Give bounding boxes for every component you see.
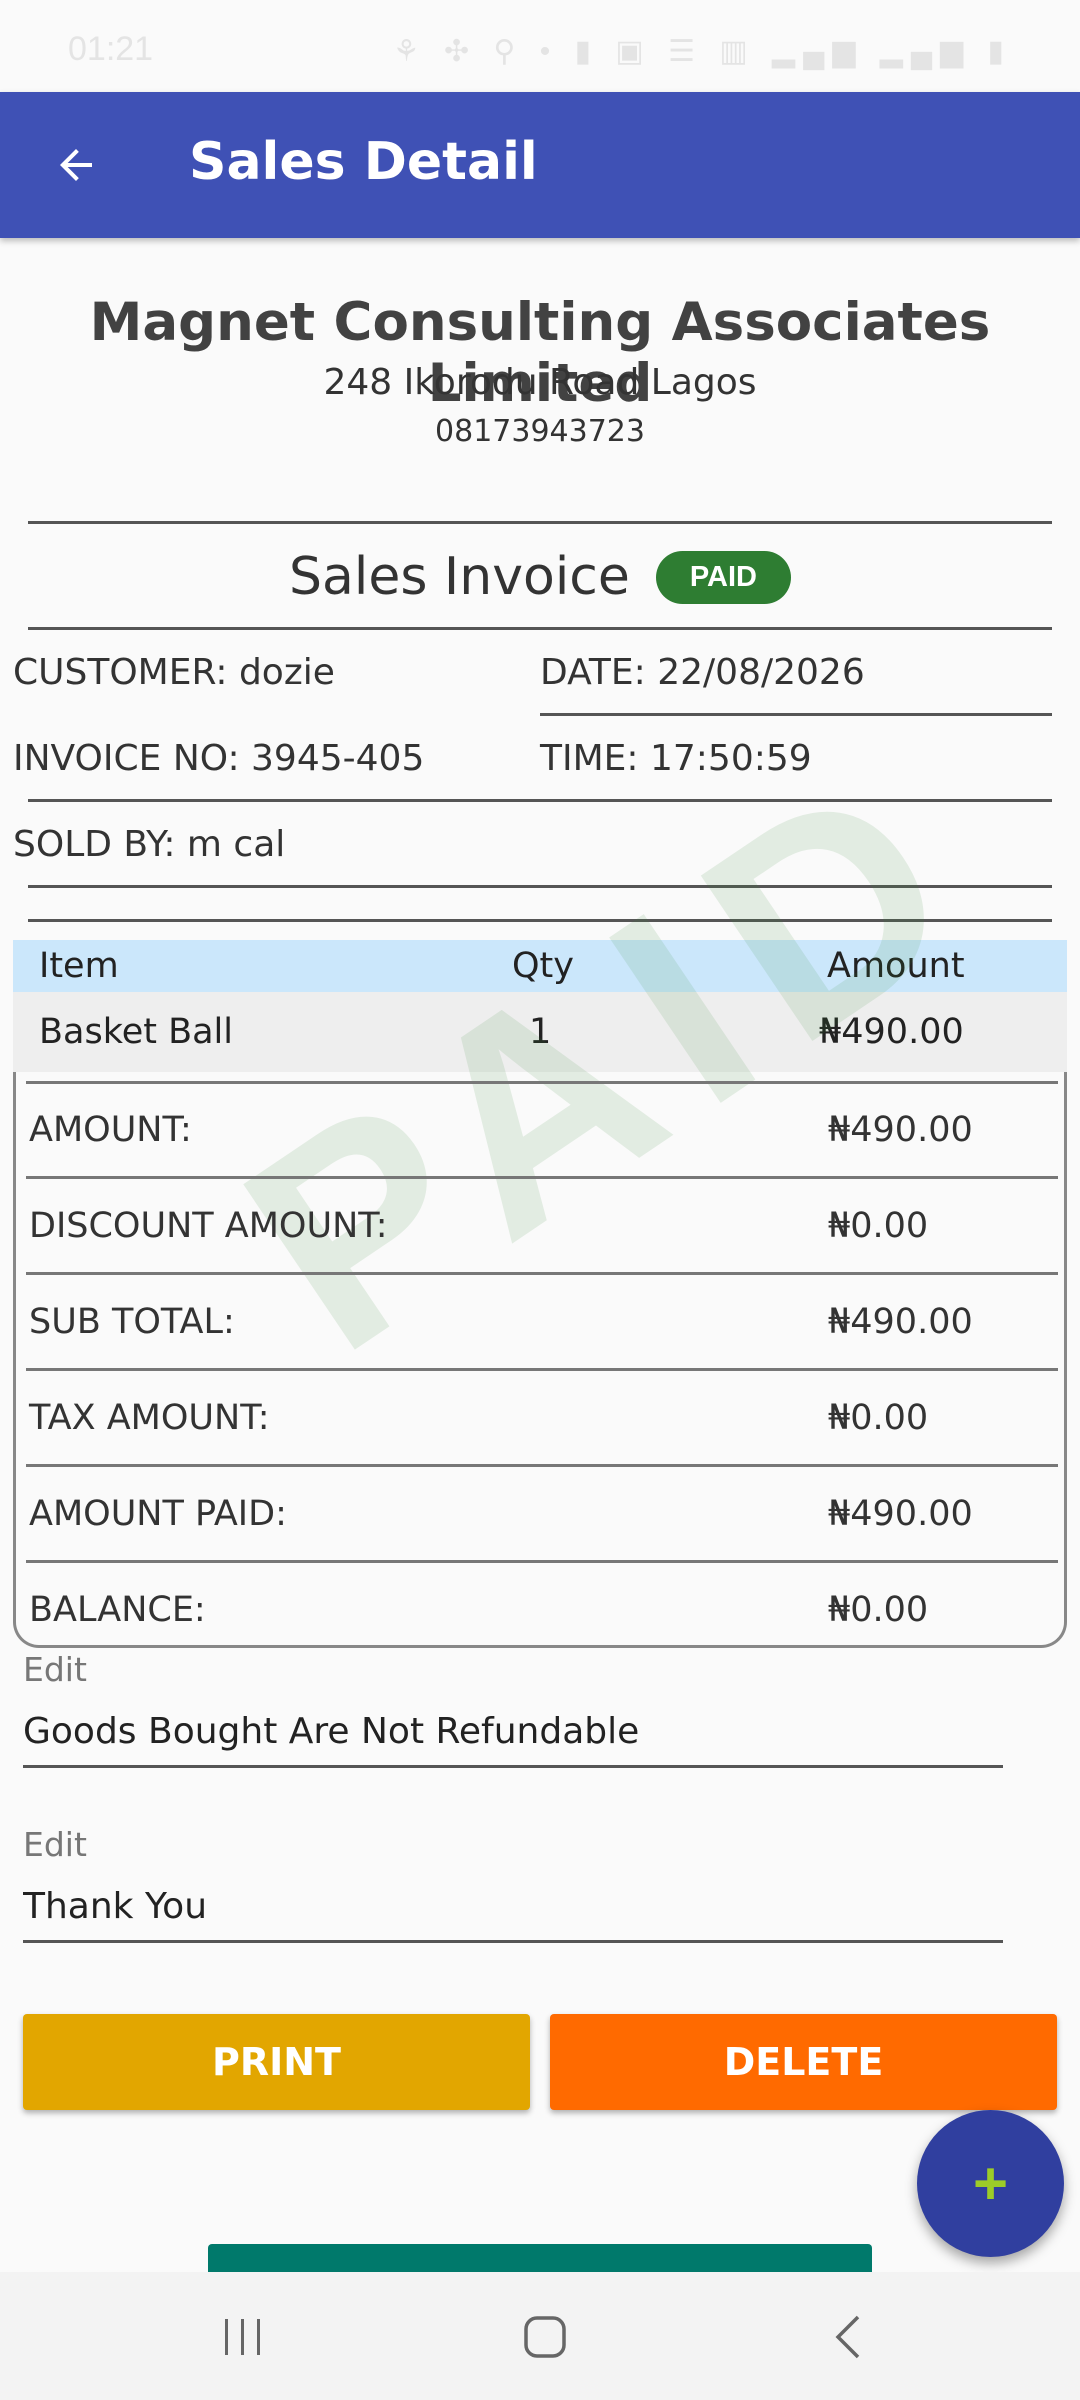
summary-value-discount: ₦0.00 [828, 1206, 929, 1246]
status-bar: 01:21 ⚘ ✣ ⚲ • ▮ ▣ ☰ ▥ ▂▄▆ ▂▄▆ ▮ [0, 0, 1080, 92]
home-icon [524, 2316, 566, 2358]
note-input-thanks[interactable] [23, 1873, 1003, 1943]
status-icons: ⚘ ✣ ⚲ • ▮ ▣ ☰ ▥ ▂▄▆ ▂▄▆ ▮ [392, 35, 1012, 68]
summary-label-tax: TAX AMOUNT: [29, 1398, 270, 1438]
column-header-qty: Qty [512, 946, 574, 986]
summary-label-discount: DISCOUNT AMOUNT: [29, 1206, 388, 1246]
summary-value-amount: ₦490.00 [828, 1110, 973, 1150]
summary-label-subtotal: SUB TOTAL: [29, 1302, 235, 1342]
time-label: TIME: 17:50:59 [540, 738, 812, 779]
sold-by-label: SOLD BY: m cal [13, 824, 286, 865]
bottom-sheet-peek[interactable] [208, 2244, 872, 2274]
summary-label-balance: BALANCE: [29, 1590, 206, 1630]
page-title: Sales Detail [189, 132, 538, 192]
divider [26, 1560, 1058, 1563]
column-header-amount: Amount [827, 946, 965, 986]
summary-value-amount-paid: ₦490.00 [828, 1494, 973, 1534]
summary-box: AMOUNT: ₦490.00 DISCOUNT AMOUNT: ₦0.00 S… [13, 1072, 1067, 1648]
back-button[interactable] [40, 129, 112, 201]
item-amount: ₦490.00 [819, 1012, 964, 1052]
recent-apps-button[interactable] [203, 2302, 283, 2372]
home-button[interactable] [505, 2302, 585, 2372]
divider [540, 713, 1052, 716]
divider [26, 1176, 1058, 1179]
table-row[interactable]: Basket Ball 1 ₦490.00 [13, 992, 1067, 1072]
invoice-number-label: INVOICE NO: 3945-405 [13, 738, 425, 779]
summary-label-amount-paid: AMOUNT PAID: [29, 1494, 287, 1534]
divider [28, 627, 1052, 630]
date-label: DATE: 22/08/2026 [540, 652, 865, 693]
status-badge: PAID [655, 550, 791, 604]
back-nav-button[interactable] [808, 2302, 888, 2372]
arrow-left-icon [60, 149, 92, 181]
column-header-item: Item [39, 946, 119, 986]
divider [26, 1368, 1058, 1371]
status-time: 01:21 [68, 30, 154, 68]
invoice-title: Sales Invoice [289, 547, 630, 607]
table-header: Item Qty Amount [13, 940, 1067, 992]
item-qty: 1 [529, 1012, 552, 1052]
divider [28, 799, 1052, 802]
app-bar: Sales Detail [0, 92, 1080, 238]
item-name: Basket Ball [39, 1012, 234, 1052]
chevron-left-icon [835, 2315, 860, 2359]
recent-apps-icon [225, 2319, 260, 2355]
summary-value-balance: ₦0.00 [828, 1590, 929, 1630]
invoice-title-row: Sales Invoice PAID [0, 540, 1080, 614]
delete-button[interactable]: DELETE [550, 2014, 1057, 2110]
divider [26, 1081, 1058, 1084]
print-button[interactable]: PRINT [23, 2014, 530, 2110]
divider [26, 1272, 1058, 1275]
divider [26, 1464, 1058, 1467]
system-nav-bar [0, 2272, 1080, 2400]
company-address: 248 Ikorodu Road Lagos [323, 362, 757, 403]
divider [28, 919, 1052, 922]
divider [28, 885, 1052, 888]
note-input-refund[interactable] [23, 1698, 1003, 1768]
note-field-label: Edit [23, 1650, 87, 1689]
summary-label-amount: AMOUNT: [29, 1110, 192, 1150]
note-field-label: Edit [23, 1825, 87, 1864]
plus-icon: + [972, 2149, 1009, 2217]
summary-value-tax: ₦0.00 [828, 1398, 929, 1438]
summary-value-subtotal: ₦490.00 [828, 1302, 973, 1342]
company-phone: 08173943723 [435, 414, 645, 449]
customer-label: CUSTOMER: dozie [13, 652, 335, 693]
add-fab-button[interactable]: + [917, 2110, 1064, 2257]
divider [28, 521, 1052, 524]
